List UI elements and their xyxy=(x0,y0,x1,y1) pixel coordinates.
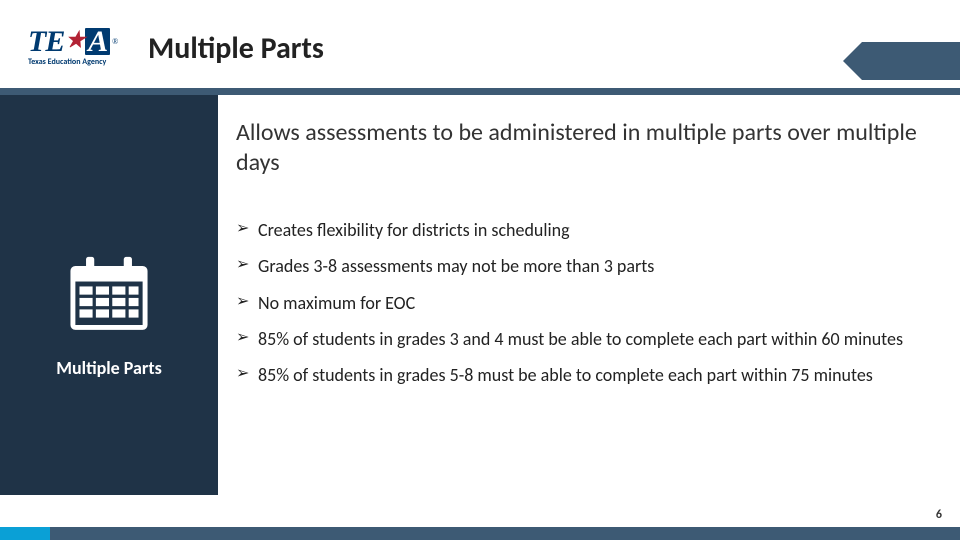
list-item: Creates flexibility for districts in sch… xyxy=(236,218,926,242)
list-item: 85% of students in grades 3 and 4 must b… xyxy=(236,327,926,351)
header: TE★A® Texas Education Agency Multiple Pa… xyxy=(0,0,960,92)
bullet-list: Creates flexibility for districts in sch… xyxy=(236,218,930,387)
footer-accent xyxy=(0,527,50,540)
sidebar: Multiple Parts xyxy=(0,95,218,495)
tea-logo: TE★A® Texas Education Agency xyxy=(28,28,136,67)
header-divider xyxy=(0,88,960,95)
tea-logo-text: TE★A® xyxy=(28,28,136,55)
subheading: Allows assessments to be administered in… xyxy=(236,118,930,178)
tea-logo-sub: Texas Education Agency xyxy=(28,57,136,67)
slide: TE★A® Texas Education Agency Multiple Pa… xyxy=(0,0,960,540)
calendar-icon xyxy=(68,252,150,339)
footer-bar xyxy=(0,527,960,540)
sidebar-label: Multiple Parts xyxy=(56,357,162,379)
list-item: No maximum for EOC xyxy=(236,291,926,315)
page-title: Multiple Parts xyxy=(148,30,324,67)
list-item: Grades 3-8 assessments may not be more t… xyxy=(236,254,926,278)
main-content: Allows assessments to be administered in… xyxy=(236,118,930,399)
header-arrow-shape xyxy=(862,42,960,80)
star-icon: ★ xyxy=(65,30,84,50)
page-number: 6 xyxy=(936,508,942,522)
list-item: 85% of students in grades 5-8 must be ab… xyxy=(236,363,926,387)
